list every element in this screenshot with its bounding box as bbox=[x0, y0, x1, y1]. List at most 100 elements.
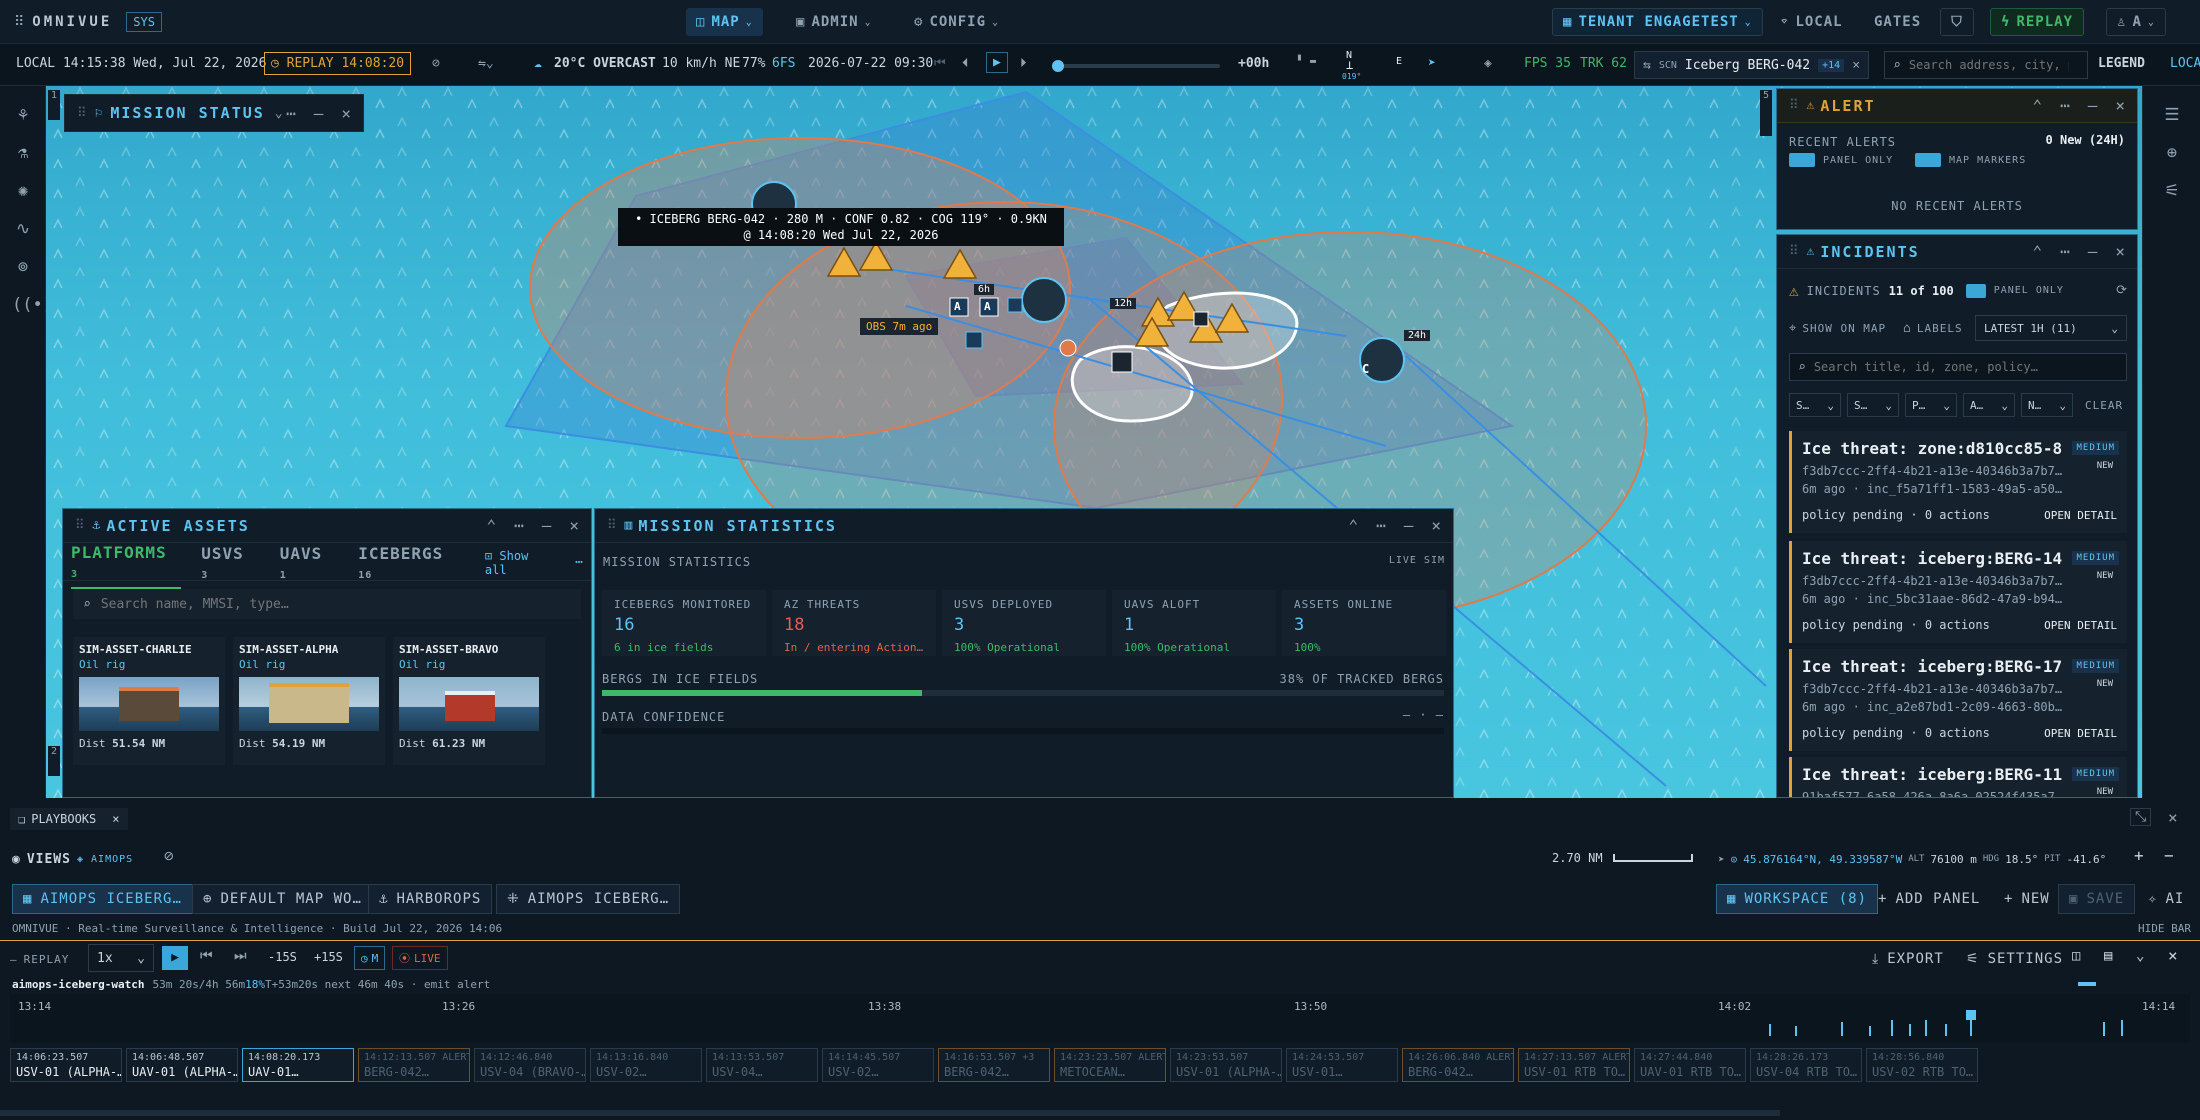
activity-icon[interactable]: ∿ bbox=[12, 218, 34, 240]
live-button[interactable]: ⦿ LIVE bbox=[392, 946, 448, 970]
open-detail-button[interactable]: OPEN DETAIL bbox=[2044, 619, 2117, 632]
view-tab-2[interactable]: ⊕ DEFAULT MAP WO… bbox=[192, 884, 373, 914]
panel-icon[interactable]: ▤ bbox=[2104, 948, 2112, 964]
playbooks-tab[interactable]: ❏ PLAYBOOKS × bbox=[10, 808, 128, 830]
layers-icon[interactable]: ◈ bbox=[1484, 56, 1492, 71]
incident-search[interactable]: ⌕ bbox=[1789, 353, 2127, 381]
skip-back-icon[interactable]: ⏮ bbox=[200, 948, 213, 964]
camera-lock-icon[interactable]: ⊙ bbox=[1731, 853, 1738, 866]
legend-button[interactable]: LEGEND bbox=[2098, 56, 2145, 71]
radio-icon[interactable]: ((•)) bbox=[12, 294, 63, 316]
list-icon[interactable]: ☰ bbox=[2161, 104, 2183, 126]
close-icon[interactable]: × bbox=[2168, 946, 2178, 965]
close-icon[interactable]: × bbox=[2115, 96, 2125, 115]
clear-filters-button[interactable]: CLEAR bbox=[2085, 399, 2123, 412]
asset-card[interactable]: SIM-ASSET-ALPHA Oil rig Dist 54.19 NM bbox=[233, 637, 385, 765]
horizontal-scrollbar[interactable] bbox=[0, 1110, 1780, 1116]
target-icon[interactable]: ⊕ bbox=[2161, 142, 2183, 164]
filter-select-3[interactable]: P… ⌄ bbox=[1905, 393, 1957, 417]
timeline-event[interactable]: 14:27:44.840 UAV-01 RTB TO… bbox=[1634, 1048, 1746, 1082]
hide-bar-button[interactable]: HIDE BAR bbox=[2138, 922, 2191, 935]
timeline-event[interactable]: 14:28:26.173 USV-04 RTB TO… bbox=[1750, 1048, 1862, 1082]
show-all-button[interactable]: ⊡ Show all bbox=[485, 549, 555, 577]
cursor-icon[interactable]: ➤ bbox=[1428, 56, 1436, 71]
user-menu[interactable]: ♙ A ⌄ bbox=[2106, 8, 2166, 36]
refresh-icon[interactable]: ⟳ bbox=[2116, 283, 2127, 298]
timeline-event[interactable]: 14:13:16.840 USV-02… bbox=[590, 1048, 702, 1082]
map-rail-right[interactable]: 5 bbox=[1760, 90, 1772, 136]
chevron-up-icon[interactable]: ⌃ bbox=[486, 516, 496, 535]
view-tab-3[interactable]: ⚓ HARBOROPS bbox=[368, 884, 493, 914]
time-range-select[interactable]: LATEST 1H (11) ⌄ bbox=[1975, 315, 2127, 341]
layers-toggle-icon[interactable]: ⇋⌄ bbox=[478, 56, 494, 71]
address-search[interactable]: ⌕ bbox=[1884, 51, 2088, 79]
view-tab-4[interactable]: ⁜ AIMOPS ICEBERG… bbox=[496, 884, 681, 914]
pitch-icon[interactable]: ▘ ▬ bbox=[1298, 56, 1316, 67]
flask-icon[interactable]: ⚗ bbox=[12, 142, 34, 164]
alert-header[interactable]: ⠿ ⚠ ALERT ⌃ ⋯ – × bbox=[1777, 89, 2137, 123]
panel-only-toggle[interactable]: PANEL ONLY bbox=[1789, 153, 1893, 167]
asset-card[interactable]: SIM-ASSET-BRAVO Oil rig Dist 61.23 NM bbox=[393, 637, 545, 765]
play-icon[interactable]: ▶ bbox=[986, 52, 1008, 73]
drag-handle-icon[interactable]: ⠿ bbox=[1789, 98, 1799, 113]
chevron-up-icon[interactable]: ⌃ bbox=[2032, 96, 2042, 115]
zoom-out-icon[interactable]: − bbox=[2164, 846, 2174, 865]
step-forward-icon[interactable]: ⏵ bbox=[1020, 56, 1027, 71]
nav-map[interactable]: ◫ MAP ⌄ bbox=[686, 8, 763, 36]
asset-card[interactable]: SIM-ASSET-CHARLIE Oil rig Dist 51.54 NM bbox=[73, 637, 225, 765]
incident-search-input[interactable] bbox=[1813, 360, 2104, 374]
loca-label[interactable]: LOCA bbox=[2170, 56, 2200, 71]
drag-handle-icon[interactable]: ⠿ bbox=[1789, 244, 1799, 259]
map-markers-toggle[interactable]: MAP MARKERS bbox=[1915, 153, 2026, 167]
local-button[interactable]: ⌔ LOCAL bbox=[1770, 8, 1853, 36]
add-panel-button[interactable]: + ADD PANEL bbox=[1868, 884, 1990, 914]
collapse-icon[interactable]: ⤡ bbox=[2130, 808, 2152, 826]
toggle-switch[interactable] bbox=[1915, 153, 1941, 167]
sliders-icon[interactable]: ⚟ bbox=[2161, 180, 2183, 202]
timeline-event[interactable]: 14:14:45.507 USV-02… bbox=[822, 1048, 934, 1082]
open-detail-button[interactable]: OPEN DETAIL bbox=[2044, 509, 2117, 522]
minimize-icon[interactable]: – bbox=[314, 104, 324, 123]
replay-mode-button[interactable]: ϟ REPLAY bbox=[1990, 8, 2085, 36]
more-icon[interactable]: ⋯ bbox=[575, 555, 583, 570]
alert-marker[interactable] bbox=[1059, 339, 1077, 357]
close-icon[interactable]: × bbox=[341, 104, 351, 123]
show-on-map-button[interactable]: ⌖ SHOW ON MAP bbox=[1789, 321, 1886, 336]
incident-card[interactable]: Ice threat: zone:d810cc85-87… MEDIUM NEW… bbox=[1789, 431, 2127, 533]
minimize-icon[interactable]: – bbox=[2088, 96, 2098, 115]
shield-button[interactable]: ⛉ bbox=[1940, 8, 1974, 36]
close-icon[interactable]: × bbox=[569, 516, 579, 535]
incident-card[interactable]: Ice threat: iceberg:BERG-149… MEDIUM NEW… bbox=[1789, 541, 2127, 643]
more-icon[interactable]: ⋯ bbox=[2060, 96, 2070, 115]
tab-icebergs[interactable]: ICEBERGS 16 bbox=[358, 544, 465, 582]
filter-select-5[interactable]: N… ⌄ bbox=[2021, 393, 2073, 417]
chevron-up-icon[interactable]: ⌃ bbox=[2032, 242, 2042, 261]
close-icon[interactable]: × bbox=[2168, 808, 2178, 827]
gates-button[interactable]: GATES bbox=[1864, 8, 1931, 36]
timeline-event[interactable]: 14:12:13.507 ALERT BERG-042… bbox=[358, 1048, 470, 1082]
tenant-selector[interactable]: ▦ TENANT ENGAGETEST ⌄ bbox=[1552, 8, 1763, 36]
app-brand[interactable]: ⠿ OMNIVUE SYS bbox=[14, 12, 162, 32]
nav-admin[interactable]: ▣ ADMIN ⌄ bbox=[786, 8, 882, 36]
sys-badge[interactable]: SYS bbox=[126, 12, 162, 32]
close-icon[interactable]: × bbox=[112, 812, 119, 826]
timeline-event[interactable]: 14:13:53.507 USV-04… bbox=[706, 1048, 818, 1082]
slider-handle[interactable] bbox=[1052, 60, 1064, 72]
map-rail-top[interactable]: 1 bbox=[48, 90, 60, 120]
timeline-event[interactable]: 14:24:53.507 USV-01… bbox=[1286, 1048, 1398, 1082]
platform-marker-2[interactable] bbox=[1021, 277, 1067, 323]
view-tab-1[interactable]: ▦ AIMOPS ICEBERG… bbox=[12, 884, 193, 914]
timeline-event[interactable]: 14:06:48.507 UAV-01 (ALPHA-… bbox=[126, 1048, 238, 1082]
incident-card[interactable]: Ice threat: iceberg:BERG-114… MEDIUM NEW… bbox=[1789, 757, 2127, 797]
play-button[interactable]: ▶ bbox=[162, 946, 188, 970]
chevron-down-icon[interactable]: ⌄ bbox=[275, 106, 283, 121]
timeline-event[interactable]: 14:08:20.173 UAV-01… bbox=[242, 1048, 354, 1082]
rewind-15-button[interactable]: -15S bbox=[268, 950, 297, 964]
asset-search-input[interactable] bbox=[100, 596, 541, 612]
workspace-button[interactable]: ▦ WORKSPACE (8) bbox=[1716, 884, 1879, 914]
tree-icon[interactable]: ⚘ bbox=[12, 104, 34, 126]
compass-icon[interactable]: ⊘ bbox=[164, 846, 174, 865]
skip-forward-icon[interactable]: ⏭ bbox=[234, 948, 247, 964]
close-icon[interactable]: × bbox=[1852, 58, 1860, 73]
close-icon[interactable]: × bbox=[2115, 242, 2125, 261]
